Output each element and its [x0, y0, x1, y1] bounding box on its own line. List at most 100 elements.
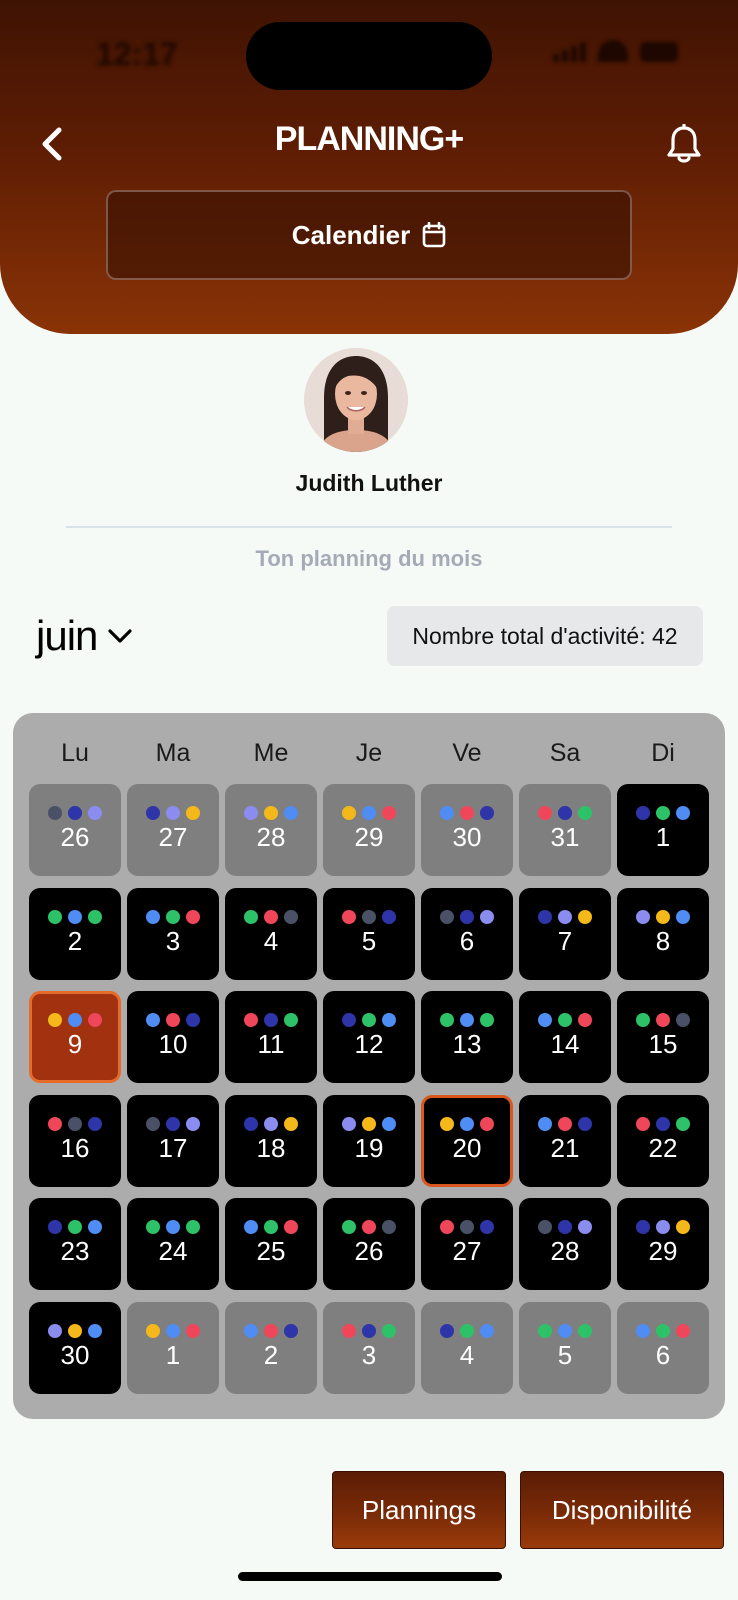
calendar-day[interactable]: 9 — [29, 991, 121, 1083]
calendar-day[interactable]: 3 — [323, 1301, 415, 1394]
activity-dot — [264, 1013, 278, 1027]
activity-dot — [636, 909, 650, 924]
wifi-icon — [598, 40, 628, 62]
weekday-label: Sa — [549, 739, 581, 767]
activity-dot — [460, 806, 474, 820]
activity-dots — [519, 909, 611, 924]
calendar-day[interactable]: 20 — [421, 1094, 513, 1187]
calendar-day[interactable]: 19 — [323, 1094, 415, 1187]
calendar-day[interactable]: 27 — [421, 1198, 513, 1290]
calendar-day[interactable]: 28 — [519, 1198, 611, 1290]
month-selector[interactable]: juin — [36, 612, 133, 660]
day-number: 18 — [256, 1132, 286, 1163]
calendar-day[interactable]: 22 — [617, 1094, 709, 1187]
calendar-day[interactable]: 25 — [225, 1198, 317, 1290]
calendar-day[interactable]: 23 — [29, 1198, 121, 1290]
calendar-day[interactable]: 1 — [617, 784, 709, 876]
activity-dot — [480, 909, 494, 924]
activity-dot — [264, 1323, 278, 1338]
day-number: 27 — [158, 822, 188, 852]
calendar-day[interactable]: 18 — [225, 1094, 317, 1187]
calendar-day[interactable]: 30 — [421, 784, 513, 876]
activity-dots — [225, 909, 317, 924]
calendar-day[interactable]: 2 — [29, 887, 121, 980]
activity-dot — [538, 1013, 552, 1027]
calendar-day[interactable]: 10 — [127, 991, 219, 1083]
calendar-day[interactable]: 15 — [617, 991, 709, 1083]
activity-dot — [656, 1220, 670, 1234]
calendar-day[interactable]: 4 — [421, 1301, 513, 1394]
day-number: 4 — [459, 1339, 475, 1370]
weekday-label: Lu — [61, 739, 89, 767]
calendar-day[interactable]: 16 — [29, 1094, 121, 1187]
day-number: 6 — [655, 1339, 671, 1370]
activity-dot — [440, 1116, 454, 1131]
calendar-day[interactable]: 24 — [127, 1198, 219, 1290]
activity-dot — [186, 1013, 200, 1027]
activity-dot — [342, 909, 356, 924]
calendar-day[interactable]: 12 — [323, 991, 415, 1083]
day-number: 3 — [361, 1339, 377, 1370]
activity-dot — [284, 909, 298, 924]
calendar-day[interactable]: 26 — [29, 784, 121, 876]
day-number: 16 — [60, 1132, 90, 1163]
calendar-button[interactable]: Calendier — [106, 190, 632, 280]
home-indicator — [238, 1572, 502, 1581]
activity-dot — [460, 1116, 474, 1131]
calendar-day[interactable]: 14 — [519, 991, 611, 1083]
calendar-day[interactable]: 5 — [519, 1301, 611, 1394]
activity-dot — [636, 1220, 650, 1234]
activity-dots — [519, 1220, 611, 1234]
calendar-day[interactable]: 6 — [617, 1301, 709, 1394]
activity-dot — [558, 1323, 572, 1338]
activity-dot — [166, 1013, 180, 1027]
activity-dots — [127, 1013, 219, 1027]
activity-dot — [362, 806, 376, 820]
activity-dot — [342, 1116, 356, 1131]
calendar-day[interactable]: 28 — [225, 784, 317, 876]
plannings-button[interactable]: Plannings — [332, 1471, 506, 1549]
activity-dots — [127, 1220, 219, 1234]
calendar-day[interactable]: 3 — [127, 887, 219, 980]
activity-dot — [382, 1013, 396, 1027]
activity-dots — [29, 806, 121, 820]
day-number: 5 — [361, 925, 377, 956]
notifications-button[interactable] — [660, 120, 708, 168]
day-number: 30 — [60, 1339, 90, 1370]
activity-dot — [284, 806, 298, 820]
activity-dot — [578, 806, 592, 820]
day-number: 28 — [256, 822, 286, 852]
activity-dot — [88, 1013, 102, 1027]
weekday-label: Me — [253, 739, 289, 767]
calendar-day[interactable]: 2 — [225, 1301, 317, 1394]
activity-dot — [186, 806, 200, 820]
calendar-day[interactable]: 26 — [323, 1198, 415, 1290]
calendar-day[interactable]: 27 — [127, 784, 219, 876]
calendar-day[interactable]: 30 — [29, 1301, 121, 1394]
calendar-day[interactable]: 13 — [421, 991, 513, 1083]
day-number: 26 — [60, 822, 90, 852]
calendar-day[interactable]: 29 — [323, 784, 415, 876]
activity-dots — [323, 1220, 415, 1234]
activity-dots — [225, 806, 317, 820]
activity-dot — [88, 909, 102, 924]
activity-dots — [127, 1323, 219, 1338]
weekday-label: Di — [651, 739, 675, 767]
calendar-day[interactable]: 17 — [127, 1094, 219, 1187]
day-number: 9 — [67, 1029, 83, 1059]
calendar-day[interactable]: 6 — [421, 887, 513, 980]
dynamic-island — [246, 22, 492, 90]
calendar-day[interactable]: 21 — [519, 1094, 611, 1187]
calendar-day[interactable]: 4 — [225, 887, 317, 980]
calendar-day[interactable]: 1 — [127, 1301, 219, 1394]
calendar-day[interactable]: 7 — [519, 887, 611, 980]
calendar-day[interactable]: 11 — [225, 991, 317, 1083]
calendar-day[interactable]: 5 — [323, 887, 415, 980]
activity-dots — [225, 1013, 317, 1027]
calendar-day[interactable]: 31 — [519, 784, 611, 876]
disponibilite-button[interactable]: Disponibilité — [520, 1471, 724, 1549]
calendar-day[interactable]: 8 — [617, 887, 709, 980]
month-label: juin — [36, 612, 98, 659]
calendar-day[interactable]: 29 — [617, 1198, 709, 1290]
activity-dot — [480, 806, 494, 820]
